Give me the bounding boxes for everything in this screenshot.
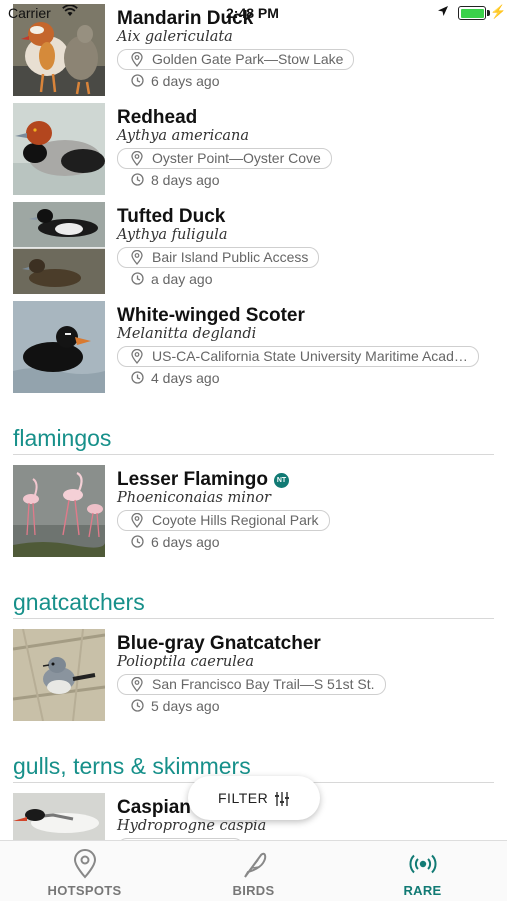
tab-hotspots[interactable]: HOTSPOTS: [0, 841, 169, 901]
list-item[interactable]: Lesser Flamingo NT Phoeniconaias minor Co…: [0, 465, 507, 557]
bird-name: Caspian: [117, 797, 191, 818]
battery-icon: [458, 6, 490, 20]
location-chip[interactable]: Oyster Point—Oyster Cove: [117, 148, 332, 169]
scientific-name: Aix galericulata: [117, 29, 233, 45]
sighting-age: 5 days ago: [131, 698, 220, 714]
bird-name: Lesser Flamingo NT: [117, 469, 289, 491]
bird-photo: [13, 465, 105, 557]
location-chip[interactable]: Coyote Hills Regional Park: [117, 510, 330, 531]
bird-photo: [13, 103, 105, 195]
sighting-age: 8 days ago: [131, 172, 220, 188]
location-name: Oyster Point—Oyster Cove: [152, 150, 321, 166]
section-title: flamingos: [13, 425, 112, 451]
status-bar: Carrier 2:48 PM ⚡: [0, 0, 507, 26]
location-name: US-CA-California State University Mariti…: [152, 348, 468, 364]
sighting-age: 4 days ago: [131, 370, 220, 386]
map-pin-icon: [131, 250, 143, 265]
scientific-name: Melanitta deglandi: [117, 326, 257, 342]
wifi-icon: [62, 5, 78, 16]
clock-icon: [131, 371, 144, 384]
sighting-age-text: 4 days ago: [151, 370, 220, 386]
location-arrow-icon: [438, 6, 448, 16]
sighting-age: 6 days ago: [131, 534, 220, 550]
clock-icon: [131, 173, 144, 186]
bird-name: White-winged Scoter: [117, 305, 305, 326]
clock-icon: [131, 272, 144, 285]
sliders-icon: [275, 792, 289, 806]
location-name: Coyote Hills Regional Park: [152, 512, 319, 528]
conservation-status-badge: NT: [274, 473, 289, 488]
broadcast-icon: [409, 854, 437, 874]
bird-photo: [13, 629, 105, 721]
carrier-label: Carrier: [8, 5, 51, 21]
scientific-name: Polioptila caerulea: [117, 654, 255, 670]
map-pin-icon: [131, 349, 143, 364]
clock-icon: [131, 74, 144, 87]
tab-birds[interactable]: BIRDS: [169, 841, 338, 901]
sighting-age-text: 6 days ago: [151, 73, 220, 89]
scientific-name: Hydroprogne caspia: [117, 818, 267, 834]
tab-label: RARE: [403, 883, 442, 898]
list-item[interactable]: Redhead Aythya americana Oyster Point—Oy…: [0, 103, 507, 195]
sighting-age: 6 days ago: [131, 73, 220, 89]
tab-rare[interactable]: RARE: [338, 841, 507, 901]
bird-photo: [13, 793, 105, 840]
tab-label: HOTSPOTS: [47, 883, 122, 898]
location-name: Bair Island Public Access: [152, 249, 309, 265]
clock-icon: [131, 699, 144, 712]
location-name: Golden Gate Park—Stow Lake: [152, 51, 344, 67]
rare-birds-list[interactable]: Mandarin Duck Aix galericulata Golden Ga…: [0, 0, 507, 840]
filter-button[interactable]: FILTER: [188, 776, 320, 820]
map-pin-icon: [131, 151, 143, 166]
charging-bolt-icon: ⚡: [490, 4, 507, 19]
section-header-flamingos: flamingos: [13, 425, 494, 455]
location-chip[interactable]: Golden Gate Park—Stow Lake: [117, 49, 355, 70]
scientific-name: Aythya fuligula: [117, 227, 228, 243]
section-header-gnatcatchers: gnatcatchers: [13, 589, 494, 619]
map-pin-icon: [131, 513, 143, 528]
list-item[interactable]: Tufted Duck Aythya fuligula Bair Island …: [0, 202, 507, 294]
map-pin-icon: [131, 677, 143, 692]
location-chip[interactable]: San Francisco Bay Trail—S 51st St.: [117, 674, 386, 695]
map-pin-icon: [131, 52, 143, 67]
sighting-age-text: 8 days ago: [151, 172, 220, 188]
bird-name: Tufted Duck: [117, 206, 226, 227]
bird-name: Redhead: [117, 107, 198, 128]
bird-photo: [13, 202, 105, 294]
feather-icon: [244, 852, 267, 878]
sighting-age-text: 6 days ago: [151, 534, 220, 550]
bird-name-text: Lesser Flamingo: [117, 469, 268, 490]
map-pin-icon: [73, 849, 97, 879]
clock-time: 2:48 PM: [226, 5, 279, 21]
bird-name: Blue-gray Gnatcatcher: [117, 633, 321, 654]
location-chip[interactable]: Bair Island Public Access: [117, 247, 320, 268]
scientific-name: Phoeniconaias minor: [117, 490, 271, 506]
sighting-age: a day ago: [131, 271, 213, 287]
location-chip[interactable]: US-CA-California State University Mariti…: [117, 346, 479, 367]
list-item[interactable]: White-winged Scoter Melanitta deglandi U…: [0, 301, 507, 393]
sighting-age-text: 5 days ago: [151, 698, 220, 714]
tab-label: BIRDS: [232, 883, 275, 898]
bird-photo: [13, 301, 105, 393]
sighting-age-text: a day ago: [151, 271, 213, 287]
clock-icon: [131, 535, 144, 548]
location-name: San Francisco Bay Trail—S 51st St.: [152, 676, 375, 692]
scientific-name: Aythya americana: [117, 128, 249, 144]
section-title: gnatcatchers: [13, 589, 145, 615]
filter-label: FILTER: [218, 790, 269, 806]
tab-bar: HOTSPOTS BIRDS RARE: [0, 840, 507, 901]
list-item[interactable]: Blue-gray Gnatcatcher Polioptila caerule…: [0, 629, 507, 721]
